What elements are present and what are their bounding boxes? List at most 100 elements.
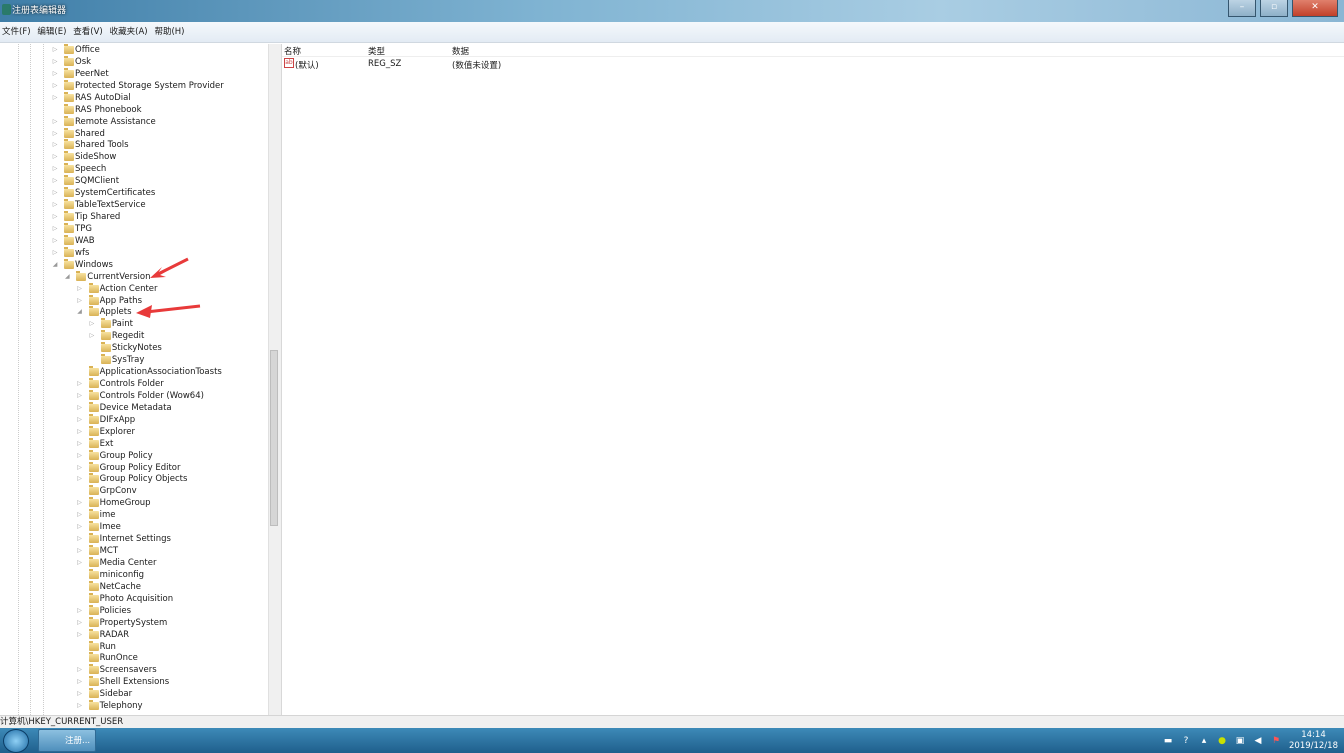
show-hidden-icons-icon[interactable]: ▴: [1199, 736, 1209, 746]
folder-icon: [88, 282, 99, 293]
expand-arrow-icon[interactable]: ▷: [51, 139, 59, 151]
folder-icon: [64, 115, 74, 126]
expand-arrow-icon[interactable]: ▷: [51, 151, 59, 163]
collapse-arrow-icon[interactable]: ◢: [76, 306, 84, 318]
expand-arrow-icon[interactable]: ▷: [76, 629, 84, 641]
folder-icon: [88, 306, 99, 317]
expand-arrow-icon[interactable]: ▷: [88, 318, 96, 330]
expand-arrow-icon[interactable]: ▷: [76, 450, 84, 462]
app-tray-icon[interactable]: ●: [1217, 736, 1227, 746]
help-icon[interactable]: ?: [1181, 736, 1191, 746]
tree-item-label: TableTextService: [75, 200, 146, 211]
menu-help[interactable]: 帮助(H): [152, 22, 186, 42]
menu-edit[interactable]: 编辑(E): [35, 22, 68, 42]
expand-arrow-icon[interactable]: ▷: [51, 92, 59, 104]
expand-arrow-icon[interactable]: ▷: [76, 473, 84, 485]
column-type[interactable]: 类型: [368, 45, 385, 57]
tree-item-label: Group Policy Objects: [99, 474, 188, 485]
collapse-arrow-icon[interactable]: ◢: [51, 259, 59, 271]
tree-item-label: Office: [75, 45, 100, 55]
expand-arrow-icon[interactable]: ▷: [51, 199, 59, 211]
expand-arrow-icon[interactable]: ▷: [51, 80, 59, 92]
expand-arrow-icon[interactable]: ▷: [76, 414, 84, 426]
folder-icon: [64, 175, 74, 186]
tree-item-label: DIFxApp: [99, 414, 136, 425]
expand-arrow-icon[interactable]: ▷: [76, 557, 84, 569]
expand-arrow-icon[interactable]: ▷: [76, 497, 84, 509]
expand-arrow-icon[interactable]: ▷: [76, 509, 84, 521]
clock[interactable]: 14:14 2019/12/18: [1289, 730, 1338, 752]
expand-arrow-icon[interactable]: ▷: [76, 295, 84, 307]
expand-arrow-icon[interactable]: ▷: [51, 211, 59, 223]
expand-arrow-icon[interactable]: ▷: [76, 402, 84, 414]
maximize-button[interactable]: ▫: [1260, 0, 1288, 17]
expand-arrow-icon[interactable]: ▷: [76, 617, 84, 629]
menu-file[interactable]: 文件(F): [0, 22, 33, 42]
expand-arrow-icon[interactable]: ▷: [51, 247, 59, 259]
tree-item-label: TPG: [75, 223, 92, 234]
expand-arrow-icon[interactable]: ▷: [76, 700, 84, 712]
expand-arrow-icon[interactable]: ▷: [51, 68, 59, 80]
expand-arrow-icon[interactable]: ▷: [88, 330, 96, 342]
menu-view[interactable]: 查看(V): [71, 22, 104, 42]
expand-arrow-icon[interactable]: ▷: [51, 235, 59, 247]
tree-item-label: Controls Folder (Wow64): [99, 390, 204, 401]
tree-scrollbar[interactable]: [268, 44, 278, 715]
close-button[interactable]: ✕: [1292, 0, 1338, 17]
expand-arrow-icon[interactable]: ▷: [51, 128, 59, 140]
network-drive-icon[interactable]: ▬: [1163, 736, 1173, 746]
action-center-flag-icon[interactable]: ⚑: [1271, 736, 1281, 746]
expand-arrow-icon[interactable]: ▷: [76, 426, 84, 438]
collapse-arrow-icon[interactable]: ◢: [63, 271, 71, 283]
expand-arrow-icon[interactable]: ▷: [76, 664, 84, 676]
folder-icon: [64, 91, 74, 102]
expand-arrow-icon[interactable]: ▷: [76, 688, 84, 700]
folder-icon: [100, 330, 111, 341]
scrollbar-thumb[interactable]: [270, 350, 278, 526]
tree-item-label: SystemCertificates: [75, 188, 156, 199]
expand-arrow-icon[interactable]: ▷: [76, 390, 84, 402]
tree-item-label: Controls Folder: [99, 379, 164, 390]
folder-icon: [64, 211, 74, 222]
expand-arrow-icon[interactable]: ▷: [76, 545, 84, 557]
registry-tree[interactable]: ▷ Office ▷ Osk ▷ PeerNet ▷ Protected Storage Sy…: [0, 44, 268, 715]
expand-arrow-icon[interactable]: ▷: [76, 378, 84, 390]
tree-item-label: miniconfig: [99, 569, 144, 580]
tree-item-label: ime: [99, 510, 116, 521]
expand-arrow-icon[interactable]: ▷: [76, 676, 84, 688]
tree-item-label: PeerNet: [75, 68, 109, 79]
folder-icon: [88, 461, 99, 472]
start-button[interactable]: [3, 729, 29, 753]
tree-item-label: Windows: [75, 259, 113, 270]
minimize-button[interactable]: –: [1228, 0, 1256, 17]
expand-arrow-icon[interactable]: ▷: [51, 187, 59, 199]
expand-arrow-icon[interactable]: ▷: [76, 533, 84, 545]
expand-arrow-icon[interactable]: ▷: [76, 283, 84, 295]
folder-icon: [64, 139, 74, 150]
tree-item-label: Sidebar: [99, 689, 133, 700]
expand-arrow-icon[interactable]: ▷: [51, 44, 59, 56]
taskbar-item-regedit[interactable]: 注册...: [38, 729, 96, 752]
expand-arrow-icon[interactable]: ▷: [76, 438, 84, 450]
expand-arrow-icon[interactable]: ▷: [51, 223, 59, 235]
expand-arrow-icon[interactable]: ▷: [51, 175, 59, 187]
expand-arrow-icon[interactable]: ▷: [51, 116, 59, 128]
expand-arrow-icon[interactable]: ▷: [76, 605, 84, 617]
menu-favorites[interactable]: 收藏夹(A): [108, 22, 150, 42]
status-bar: 计算机\HKEY_CURRENT_USER: [0, 715, 1344, 728]
network-icon[interactable]: ▣: [1235, 736, 1245, 746]
tree-item-label: Policies: [99, 605, 132, 616]
column-name[interactable]: 名称: [284, 45, 301, 57]
volume-icon[interactable]: ◀: [1253, 736, 1263, 746]
expand-arrow-icon[interactable]: ▷: [51, 56, 59, 68]
folder-icon: [64, 55, 74, 66]
expand-arrow-icon[interactable]: ▷: [76, 462, 84, 474]
tree-item-label: Tip Shared: [75, 212, 121, 223]
folder-icon: [64, 246, 74, 257]
value-data: (数值未设置): [452, 61, 502, 71]
expand-arrow-icon[interactable]: ▷: [51, 163, 59, 175]
expand-arrow-icon[interactable]: ▷: [76, 521, 84, 533]
column-data[interactable]: 数据: [452, 45, 469, 57]
folder-icon: [88, 664, 99, 675]
folder-icon: [88, 366, 99, 377]
